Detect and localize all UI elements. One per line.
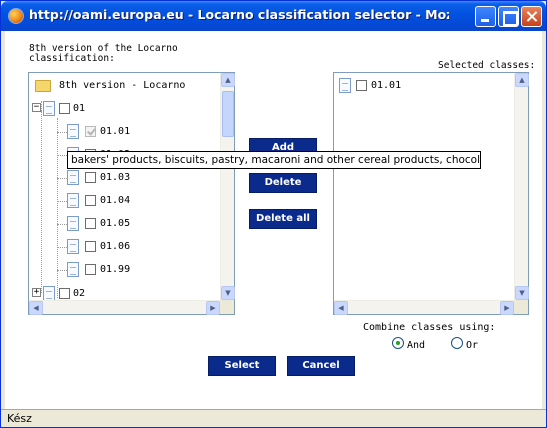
title-bar[interactable]: http://oami.europa.eu - Locarno classifi… — [1, 1, 546, 31]
tree-node-label: 01.05 — [100, 218, 131, 229]
scroll-corner — [220, 300, 234, 314]
minimize-button[interactable] — [475, 6, 496, 27]
firefox-icon — [8, 8, 24, 24]
combine-label: Combine classes using: — [363, 322, 496, 333]
checkbox-selected-01-01[interactable] — [356, 80, 367, 91]
tree-node-01-06[interactable]: 01.06 — [29, 238, 219, 258]
checkbox-01-05[interactable] — [85, 218, 96, 229]
scroll-thumb[interactable] — [222, 91, 234, 137]
tree-connector — [57, 224, 67, 225]
dialog-content: 8th version of the Locarno classificatio… — [5, 31, 542, 409]
tree-node-label: 01.01 — [100, 126, 131, 137]
tree-node-label: 01.06 — [100, 241, 131, 252]
radio-and-label: And — [407, 340, 426, 351]
document-icon — [43, 286, 55, 301]
tree-horizontal-scrollbar[interactable]: ◀ ▶ — [29, 300, 220, 315]
radio-and[interactable] — [392, 337, 404, 349]
document-icon — [67, 262, 79, 277]
collapse-icon[interactable]: − — [32, 103, 41, 112]
tree-node-01[interactable]: − 01 — [29, 100, 219, 120]
selected-item-01-01[interactable]: 01.01 — [334, 77, 514, 97]
window-title: http://oami.europa.eu - Locarno classifi… — [29, 7, 449, 22]
selected-horizontal-scrollbar[interactable]: ◀ ▶ — [334, 300, 514, 315]
tree-connector — [57, 201, 67, 202]
scroll-down-icon[interactable]: ▼ — [221, 286, 235, 300]
tree-node-label: 01 — [73, 103, 86, 114]
document-icon — [67, 239, 79, 254]
scroll-left-icon[interactable]: ◀ — [334, 301, 348, 315]
checkbox-01-04[interactable] — [85, 195, 96, 206]
tree-root[interactable]: 8th version - Locarno — [29, 77, 219, 97]
checkbox-02[interactable] — [59, 288, 70, 299]
tree-node-01-03[interactable]: 01.03 — [29, 169, 219, 189]
tree-node-01-05[interactable]: 01.05 — [29, 215, 219, 235]
folder-icon — [35, 80, 51, 92]
scroll-right-icon[interactable]: ▶ — [500, 301, 514, 315]
tree-root-label: 8th version - Locarno — [59, 80, 186, 91]
document-icon — [67, 170, 79, 185]
tree-node-label: 01.03 — [100, 172, 131, 183]
tree-connector — [57, 178, 67, 179]
tree-connector — [57, 155, 67, 156]
checkbox-01-06[interactable] — [85, 241, 96, 252]
class-tooltip: bakers' products, biscuits, pastry, maca… — [67, 151, 481, 169]
scroll-down-icon[interactable]: ▼ — [515, 286, 529, 300]
radio-or-label: Or — [466, 340, 479, 351]
cancel-button[interactable]: Cancel — [287, 356, 355, 376]
selected-vertical-scrollbar[interactable]: ▲ ▼ — [514, 73, 529, 300]
selected-classes-list[interactable]: 01.01 ▲ ▼ ◀ ▶ — [333, 72, 529, 315]
checkbox-01-99[interactable] — [85, 264, 96, 275]
scroll-up-icon[interactable]: ▲ — [221, 73, 235, 87]
selected-classes-label: Selected classes: — [438, 60, 536, 71]
tree-node-label: 01.99 — [100, 264, 131, 275]
tree-vertical-scrollbar[interactable]: ▲ ▼ — [220, 73, 235, 300]
scroll-left-icon[interactable]: ◀ — [29, 301, 43, 315]
select-button[interactable]: Select — [208, 356, 276, 376]
delete-all-button[interactable]: Delete all — [249, 209, 317, 229]
close-button[interactable] — [521, 6, 542, 27]
selected-item-label: 01.01 — [371, 80, 402, 91]
scroll-up-icon[interactable]: ▲ — [515, 73, 529, 87]
checkbox-01-01[interactable] — [85, 126, 96, 137]
scroll-right-icon[interactable]: ▶ — [206, 301, 220, 315]
document-icon — [67, 124, 79, 139]
document-icon — [67, 193, 79, 208]
tree-node-01-99[interactable]: 01.99 — [29, 261, 219, 281]
document-icon — [339, 78, 351, 93]
document-icon — [43, 101, 55, 116]
checkbox-01[interactable] — [59, 103, 70, 114]
classification-tree[interactable]: 8th version - Locarno − 01 01.01 01.03 0… — [28, 72, 235, 315]
delete-button[interactable]: Delete — [249, 173, 317, 193]
classification-label-line2: classification: — [29, 53, 115, 64]
checkbox-01-03[interactable] — [85, 172, 96, 183]
tree-node-label: 01.04 — [100, 195, 131, 206]
document-icon — [67, 216, 79, 231]
expand-icon[interactable]: + — [32, 288, 41, 297]
scroll-corner — [514, 300, 528, 314]
status-bar: Kész — [1, 409, 546, 427]
status-text: Kész — [7, 412, 32, 425]
radio-or[interactable] — [451, 337, 463, 349]
tree-connector — [57, 270, 67, 271]
popup-window: http://oami.europa.eu - Locarno classifi… — [0, 0, 547, 428]
tree-connector — [57, 132, 67, 133]
tree-connector — [57, 247, 67, 248]
tree-node-01-01[interactable]: 01.01 — [29, 123, 219, 143]
maximize-button[interactable] — [498, 6, 519, 27]
tree-node-01-04[interactable]: 01.04 — [29, 192, 219, 212]
